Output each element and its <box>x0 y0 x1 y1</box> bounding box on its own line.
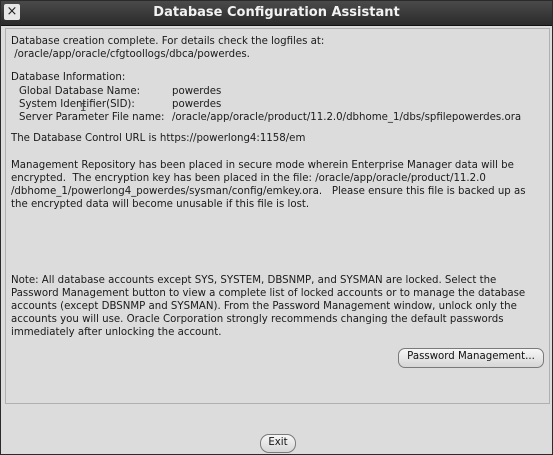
dbcontrol-url-text: The Database Control URL is https://powe… <box>11 133 306 144</box>
spfile-value: /oracle/app/oracle/product/11.2.0/dbhome… <box>172 112 522 123</box>
sid-label: System Identifier(SID): <box>19 99 135 110</box>
content-area: Database creation complete. For details … <box>1 26 552 454</box>
title-bar: × Database Configuration Assistant <box>1 1 552 26</box>
global-db-name-value: powerdes <box>172 86 222 97</box>
exit-button[interactable]: Exit <box>260 434 296 453</box>
dbca-window: × Database Configuration Assistant Datab… <box>0 0 553 455</box>
repository-line-1: Management Repository has been placed in… <box>11 160 514 171</box>
sid-value: powerdes <box>172 99 222 110</box>
repository-line-4: the encrypted data will become unusable … <box>11 199 310 210</box>
repository-line-3: /dbhome_1/powerlong4_powerdes/sysman/con… <box>11 186 526 197</box>
global-db-name-label: Global Database Name: <box>19 86 141 97</box>
note-line-4: accounts you will use. Oracle Corporatio… <box>11 314 504 325</box>
text-cursor-icon: I <box>80 101 87 114</box>
note-line-1: Note: All database accounts except SYS, … <box>11 275 497 286</box>
note-line-2: Password Management button to view a com… <box>11 288 526 299</box>
window-title: Database Configuration Assistant <box>153 5 400 20</box>
summary-line-1: Database creation complete. For details … <box>11 36 325 47</box>
password-management-button[interactable]: Password Management... <box>398 348 544 368</box>
note-line-3: accounts (except DBSNMP and SYSMAN). Fro… <box>11 301 517 312</box>
note-line-5: immediately after unlocking the account. <box>11 327 222 338</box>
spfile-label: Server Parameter File name: <box>19 112 165 123</box>
db-info-heading: Database Information: <box>11 72 126 83</box>
summary-logfile-path: /oracle/app/oracle/cfgtoollogs/dbca/powe… <box>11 49 250 60</box>
repository-line-2: encrypted. The encryption key has been p… <box>11 173 486 184</box>
